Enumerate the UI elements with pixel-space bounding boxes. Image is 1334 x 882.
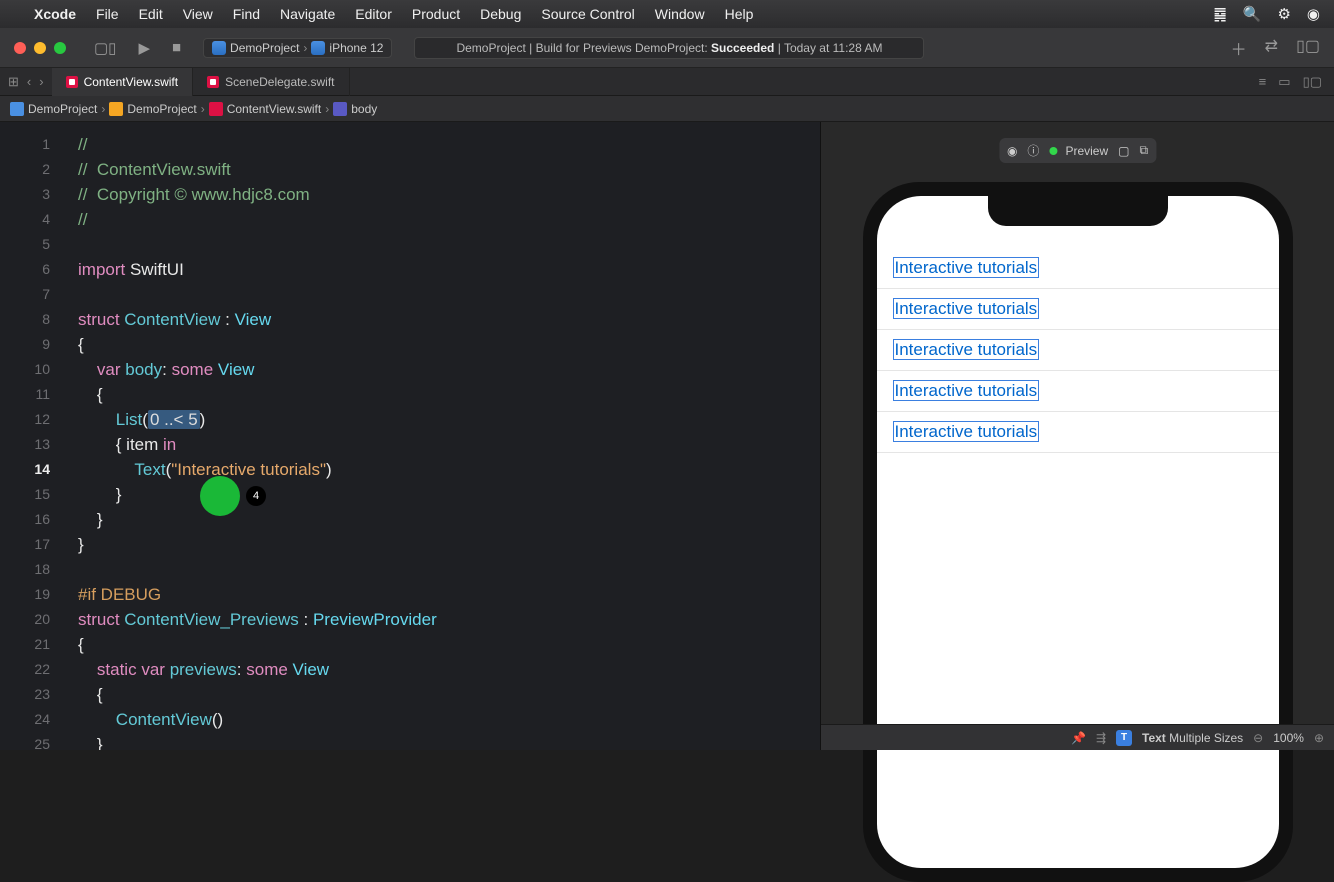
menu-edit[interactable]: Edit [139, 6, 163, 22]
window-traffic-lights [14, 42, 66, 54]
source-code[interactable]: //// ContentView.swift// Copyright © www… [78, 132, 810, 750]
menu-find[interactable]: Find [233, 6, 260, 22]
device-screen[interactable]: Interactive tutorialsInteractive tutoria… [877, 196, 1279, 868]
tab-label: SceneDelegate.swift [225, 75, 334, 89]
inline-result-badge[interactable]: 4 [200, 476, 266, 516]
scheme-target-label: DemoProject [230, 41, 299, 55]
filter-icon[interactable]: ⇶ [1096, 731, 1106, 745]
menu-navigate[interactable]: Navigate [280, 6, 335, 22]
swift-file-icon [207, 76, 219, 88]
scheme-device-icon [311, 41, 325, 55]
swift-file-icon [209, 102, 223, 116]
add-editor-icon[interactable]: ▯▢ [1303, 74, 1322, 90]
nav-forward-icon[interactable]: › [39, 74, 43, 90]
adjust-editor-icon[interactable]: ▭ [1278, 74, 1290, 90]
folder-icon [109, 102, 123, 116]
source-editor[interactable]: 1234567891011121314151617181920212223242… [0, 122, 820, 750]
control-center-icon[interactable]: ⚙︎ [1277, 5, 1290, 23]
run-button[interactable]: ▶ [132, 37, 156, 59]
window-toolbar: ▢▯ ▶ ■ DemoProject › iPhone 12 DemoProje… [0, 28, 1334, 68]
preview-toolbar: ◉ ⓘ Preview ▢ ⧉ [999, 138, 1156, 163]
project-icon [10, 102, 24, 116]
chevron-right-icon: › [303, 41, 307, 55]
user-icon[interactable]: ◉ [1307, 5, 1320, 23]
wifi-icon[interactable]: ䷸ [1213, 5, 1226, 23]
result-dot-icon [200, 476, 240, 516]
scheme-device-label: iPhone 12 [329, 41, 383, 55]
nav-back-icon[interactable]: ‹ [27, 74, 31, 90]
library-button[interactable]: ⇄ [1265, 36, 1278, 60]
list-item[interactable]: Interactive tutorials [877, 289, 1279, 330]
device-settings-icon[interactable]: ▢ [1118, 144, 1129, 158]
device-notch [988, 196, 1168, 226]
minimap-icon[interactable]: ≡ [1259, 74, 1267, 90]
window-zoom-button[interactable] [54, 42, 66, 54]
window-close-button[interactable] [14, 42, 26, 54]
preview-settings-icon[interactable]: ⓘ [1027, 142, 1039, 159]
text-type-icon: T [1116, 730, 1132, 746]
menu-help[interactable]: Help [725, 6, 754, 22]
property-icon [333, 102, 347, 116]
list-item[interactable]: Interactive tutorials [877, 330, 1279, 371]
swift-file-icon [66, 76, 78, 88]
list-item[interactable]: Interactive tutorials [877, 371, 1279, 412]
system-menubar: Xcode File Edit View Find Navigate Edito… [0, 0, 1334, 28]
pin-icon[interactable]: 📌 [1071, 731, 1086, 745]
window-minimize-button[interactable] [34, 42, 46, 54]
app-menu[interactable]: Xcode [34, 6, 76, 22]
menu-file[interactable]: File [96, 6, 119, 22]
inspector-status-bar: 📌 ⇶ T Text Multiple Sizes ⊖ 100% ⊕ [821, 724, 1334, 750]
tab-scenedelegate[interactable]: SceneDelegate.swift [193, 68, 349, 96]
result-count: 4 [246, 486, 266, 506]
menu-view[interactable]: View [183, 6, 213, 22]
menu-editor[interactable]: Editor [355, 6, 392, 22]
editor-tabs: ⊞ ‹ › ContentView.swift SceneDelegate.sw… [0, 68, 1334, 96]
tab-contentview[interactable]: ContentView.swift [52, 68, 194, 96]
navigator-toggle-icon[interactable]: ▢▯ [88, 37, 122, 59]
add-button[interactable]: ＋ [1231, 36, 1247, 60]
related-items-icon[interactable]: ⊞ [8, 74, 19, 90]
spotlight-icon[interactable]: 🔍 [1243, 5, 1262, 23]
editor-split: 1234567891011121314151617181920212223242… [0, 122, 1334, 750]
list-item[interactable]: Interactive tutorials [877, 248, 1279, 289]
preview-list: Interactive tutorialsInteractive tutoria… [877, 196, 1279, 453]
jump-bar[interactable]: DemoProject › DemoProject › ContentView.… [0, 96, 1334, 122]
device-frame: Interactive tutorialsInteractive tutoria… [863, 182, 1293, 882]
inspector-toggle-icon[interactable]: ▯▢ [1296, 36, 1320, 60]
zoom-level[interactable]: 100% [1273, 731, 1304, 745]
duplicate-preview-icon[interactable]: ⧉ [1139, 143, 1148, 158]
preview-status[interactable]: Preview [1049, 144, 1108, 158]
zoom-out-icon[interactable]: ⊖ [1253, 731, 1263, 745]
scheme-target-icon [212, 41, 226, 55]
menu-debug[interactable]: Debug [480, 6, 521, 22]
menu-window[interactable]: Window [655, 6, 705, 22]
activity-status: DemoProject | Build for Previews DemoPro… [414, 37, 924, 59]
type-label: Text Multiple Sizes [1142, 731, 1243, 745]
canvas-preview: ◉ ⓘ Preview ▢ ⧉ Interactive tutorialsInt… [820, 122, 1334, 750]
menu-product[interactable]: Product [412, 6, 460, 22]
line-gutter: 1234567891011121314151617181920212223242… [0, 132, 62, 750]
scheme-selector[interactable]: DemoProject › iPhone 12 [203, 38, 392, 58]
zoom-in-icon[interactable]: ⊕ [1314, 731, 1324, 745]
list-item[interactable]: Interactive tutorials [877, 412, 1279, 453]
menu-source-control[interactable]: Source Control [541, 6, 634, 22]
play-preview-button[interactable]: ◉ [1007, 144, 1017, 158]
tab-label: ContentView.swift [84, 75, 179, 89]
stop-button[interactable]: ■ [166, 37, 187, 58]
